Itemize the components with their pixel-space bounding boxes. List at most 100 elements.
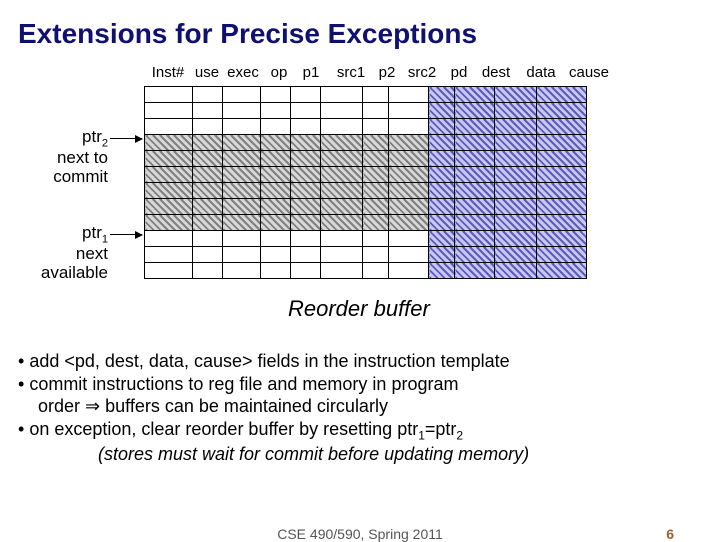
- rob-cell: [291, 183, 321, 199]
- rob-cell: [389, 135, 429, 151]
- rob-cell: [291, 167, 321, 183]
- rob-cell: [495, 119, 537, 135]
- rob-cell: [261, 183, 291, 199]
- rob-cell: [193, 199, 223, 215]
- bullet-2-line2: order ⇒ buffers can be maintained circul…: [38, 395, 702, 418]
- rob-cell: [429, 231, 455, 247]
- rob-cell: [389, 119, 429, 135]
- rob-cell: [455, 167, 495, 183]
- bullet-2-line1: • commit instructions to reg file and me…: [18, 373, 702, 396]
- table-row: [145, 167, 587, 183]
- rob-cell: [193, 183, 223, 199]
- rob-cell: [363, 215, 389, 231]
- column-headers: Inst# use exec op p1 src1 p2 src2 pd des…: [144, 64, 614, 81]
- table-row: [145, 87, 587, 103]
- col-cause: cause: [564, 64, 614, 81]
- rob-cell: [537, 231, 587, 247]
- rob-cell: [389, 215, 429, 231]
- rob-cell: [455, 119, 495, 135]
- rob-cell: [429, 119, 455, 135]
- rob-cell: [321, 119, 363, 135]
- rob-cell: [261, 247, 291, 263]
- rob-cell: [495, 183, 537, 199]
- rob-cell: [363, 263, 389, 279]
- rob-cell: [261, 151, 291, 167]
- rob-cell: [321, 87, 363, 103]
- rob-cell: [495, 199, 537, 215]
- bullet-1: • add <pd, dest, data, cause> fields in …: [18, 350, 702, 373]
- rob-cell: [363, 247, 389, 263]
- bullet-3-line1: • on exception, clear reorder buffer by …: [18, 418, 702, 444]
- rob-cell: [321, 103, 363, 119]
- rob-cell: [193, 87, 223, 103]
- col-op: op: [264, 64, 294, 81]
- rob-cell: [223, 119, 261, 135]
- table-row: [145, 247, 587, 263]
- col-dest: dest: [474, 64, 518, 81]
- rob-cell: [389, 247, 429, 263]
- ptr1-arrow: [110, 234, 142, 235]
- rob-cell: [363, 183, 389, 199]
- rob-cell: [363, 199, 389, 215]
- rob-cell: [455, 263, 495, 279]
- rob-cell: [495, 151, 537, 167]
- rob-cell: [537, 119, 587, 135]
- rob-cell: [193, 135, 223, 151]
- rob-cell: [537, 199, 587, 215]
- rob-cell: [193, 247, 223, 263]
- rob-cell: [455, 135, 495, 151]
- rob-cell: [389, 87, 429, 103]
- rob-cell: [291, 263, 321, 279]
- rob-cell: [363, 119, 389, 135]
- rob-cell: [321, 135, 363, 151]
- rob-cell: [321, 263, 363, 279]
- ptr2-label: ptr2 next to commit: [18, 128, 108, 187]
- table-row: [145, 183, 587, 199]
- rob-cell: [495, 167, 537, 183]
- rob-cell: [261, 231, 291, 247]
- rob-cell: [291, 151, 321, 167]
- rob-cell: [455, 183, 495, 199]
- rob-cell: [145, 199, 193, 215]
- rob-cell: [223, 103, 261, 119]
- rob-cell: [455, 231, 495, 247]
- rob-cell: [145, 215, 193, 231]
- table-row: [145, 263, 587, 279]
- table-row: [145, 199, 587, 215]
- rob-cell: [223, 135, 261, 151]
- rob-cell: [291, 247, 321, 263]
- col-data: data: [518, 64, 564, 81]
- col-use: use: [192, 64, 222, 81]
- rob-cell: [321, 199, 363, 215]
- table-row: [145, 215, 587, 231]
- rob-cell: [537, 103, 587, 119]
- rob-cell: [193, 231, 223, 247]
- col-pd: pd: [444, 64, 474, 81]
- rob-cell: [363, 167, 389, 183]
- rob-cell: [145, 263, 193, 279]
- rob-cell: [145, 183, 193, 199]
- rob-cell: [223, 167, 261, 183]
- rob-cell: [291, 119, 321, 135]
- rob-cell: [495, 103, 537, 119]
- rob-cell: [321, 167, 363, 183]
- rob-cell: [261, 119, 291, 135]
- rob-cell: [223, 231, 261, 247]
- rob-cell: [363, 231, 389, 247]
- rob-cell: [389, 263, 429, 279]
- rob-cell: [291, 231, 321, 247]
- col-src1: src1: [328, 64, 374, 81]
- rob-cell: [261, 135, 291, 151]
- rob-cell: [291, 135, 321, 151]
- rob-cell: [321, 231, 363, 247]
- rob-cell: [261, 215, 291, 231]
- rob-cell: [145, 247, 193, 263]
- rob-cell: [321, 183, 363, 199]
- rob-cell: [223, 215, 261, 231]
- rob-cell: [429, 183, 455, 199]
- rob-cell: [429, 247, 455, 263]
- rob-cell: [537, 167, 587, 183]
- col-src2: src2: [400, 64, 444, 81]
- rob-cell: [291, 215, 321, 231]
- rob-cell: [261, 263, 291, 279]
